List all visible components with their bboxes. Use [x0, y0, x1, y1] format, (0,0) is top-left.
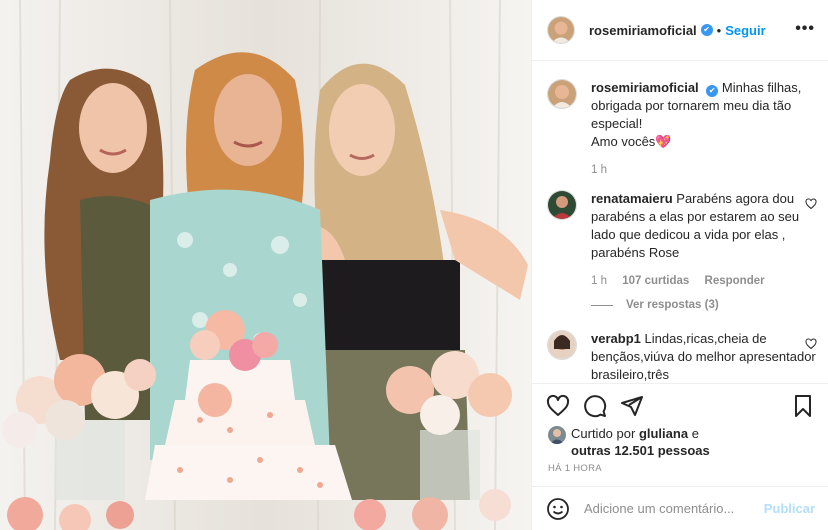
caption-username[interactable]: rosemiriamoficial [591, 80, 699, 95]
reply-button[interactable]: Responder [705, 275, 765, 287]
likes-prefix: Curtido por [571, 426, 636, 441]
comment-item: renatamaieru Parabéns agora dou parabéns… [547, 190, 817, 290]
comment-username[interactable]: renatamaieru [591, 191, 673, 206]
comment-avatar[interactable] [547, 190, 577, 220]
verified-badge-icon: ✔ [706, 85, 719, 97]
post-timestamp[interactable]: HÁ 1 HORA [548, 463, 602, 474]
save-button[interactable] [791, 394, 815, 418]
comment-avatar[interactable] [547, 330, 577, 360]
bookmark-icon [795, 395, 811, 417]
caption-time[interactable]: 1 h [591, 164, 607, 176]
likes-middle: e [691, 426, 699, 441]
comment-input[interactable]: Adicione um comentário... [584, 501, 764, 516]
side-panel: rosemiriamoficial ✔ • Seguir ••• rosemir… [531, 0, 828, 530]
smiley-icon[interactable] [546, 497, 570, 521]
publish-button[interactable]: Publicar [764, 501, 815, 516]
likes-others[interactable]: outras 12.501 pessoas [571, 443, 710, 458]
comment-item: verabp1 Lindas,ricas,cheia de bençãos,vi… [547, 330, 817, 383]
comments-list[interactable]: rosemiriamoficial ✔ Minhas filhas, obrig… [532, 62, 828, 383]
comment-like-heart-icon[interactable] [805, 198, 817, 210]
view-replies-label: Ver respostas (3) [626, 299, 719, 311]
comment-likes[interactable]: 107 curtidas [622, 275, 689, 287]
caption-text-line2: Amo vocês💖 [591, 134, 672, 149]
post-actions: Curtido por gluliana e outras 12.501 pes… [532, 383, 828, 486]
follow-button[interactable]: Seguir [725, 23, 765, 38]
post-photo[interactable] [0, 0, 531, 530]
comment-like-heart-icon[interactable] [805, 338, 817, 350]
paper-plane-icon[interactable] [620, 394, 644, 418]
author-avatar[interactable] [547, 16, 575, 44]
post-header: rosemiriamoficial ✔ • Seguir ••• [532, 0, 828, 61]
heart-icon[interactable] [546, 394, 570, 418]
comment-username[interactable]: verabp1 [591, 331, 641, 346]
family-photo-illustration [0, 0, 531, 530]
caption: rosemiriamoficial ✔ Minhas filhas, obrig… [547, 79, 817, 179]
add-comment-bar: Adicione um comentário... Publicar [532, 486, 828, 530]
liker-avatar [548, 426, 566, 444]
more-icon[interactable]: ••• [795, 21, 815, 37]
liker-username[interactable]: gluliana [639, 426, 688, 441]
likes-summary[interactable]: Curtido por gluliana e outras 12.501 pes… [548, 425, 808, 459]
caption-avatar[interactable] [547, 79, 577, 109]
comment-icon[interactable] [583, 394, 607, 418]
verified-badge-icon: ✔ [700, 24, 713, 36]
instagram-post: rosemiriamoficial ✔ • Seguir ••• rosemir… [0, 0, 828, 530]
comment-time[interactable]: 1 h [591, 275, 607, 287]
view-replies-button[interactable]: Ver respostas (3) [591, 299, 719, 311]
separator-dot: • [716, 22, 722, 38]
replies-line [591, 304, 613, 306]
author-username[interactable]: rosemiriamoficial [589, 23, 697, 38]
